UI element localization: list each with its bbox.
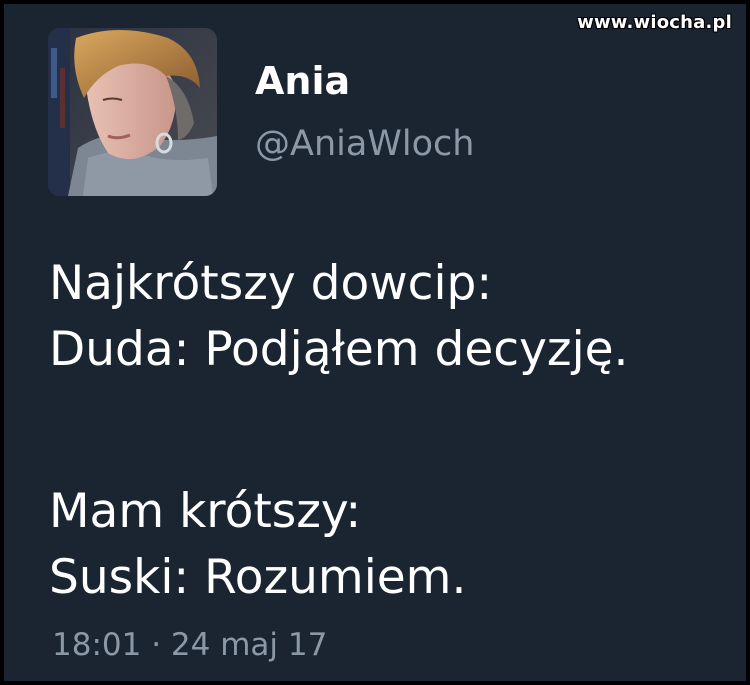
tweet-paragraph-break: [49, 383, 739, 479]
tweet-line: Najkrótszy dowcip:: [49, 256, 493, 311]
tweet-line: Duda: Podjąłem decyzję.: [49, 322, 629, 377]
tweet-timestamp[interactable]: 18:01 · 24 maj 17: [52, 630, 327, 661]
avatar[interactable]: [48, 28, 217, 196]
tweet-text: Najkrótszy dowcip: Duda: Podjąłem decyzj…: [49, 251, 739, 611]
author-handle[interactable]: @AniaWloch: [255, 127, 474, 162]
tweet-screenshot: www.wiocha.pl Ania @AniaWloch Najkrótszy…: [0, 0, 750, 685]
profile-photo-icon: [48, 28, 217, 196]
site-watermark: www.wiocha.pl: [577, 12, 732, 33]
tweet-line: Suski: Rozumiem.: [49, 550, 467, 605]
tweet-line: Mam krótszy:: [49, 484, 362, 539]
author-display-name[interactable]: Ania: [255, 62, 350, 100]
